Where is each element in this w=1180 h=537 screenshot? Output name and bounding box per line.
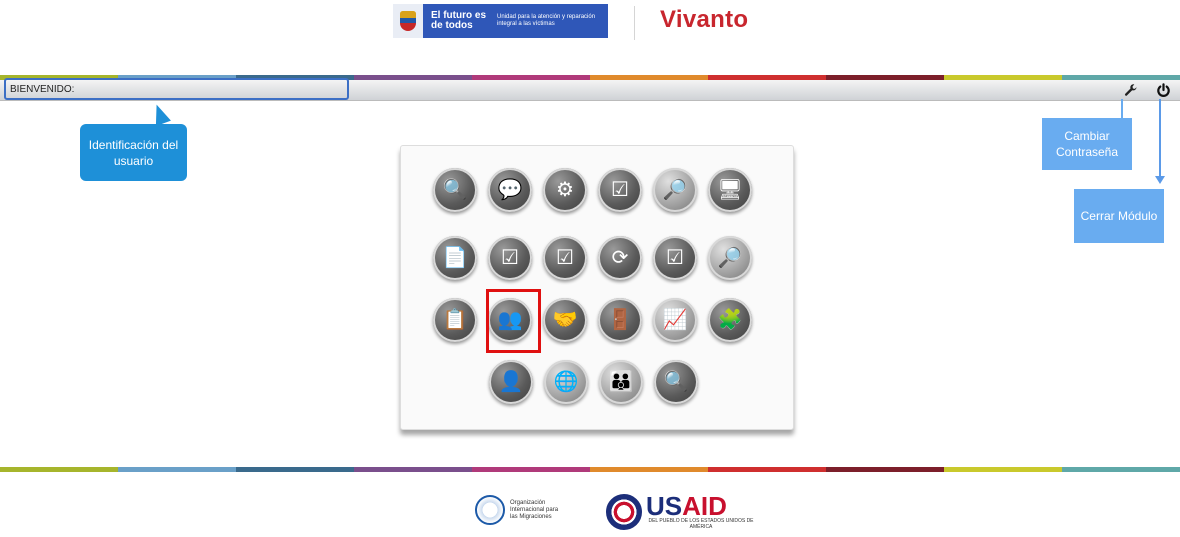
puzzle-icon: 🧩	[717, 309, 743, 331]
gov-agency-name: Unidad para la atención y reparación int…	[497, 14, 596, 27]
stripe-segment	[826, 467, 944, 472]
module-button[interactable]: 🧩	[708, 298, 752, 342]
gov-slogan: El futuro es de todos	[431, 10, 487, 31]
logo-divider	[634, 6, 635, 40]
user-id-highlight	[4, 78, 349, 100]
refresh-icon: ⟳	[611, 247, 629, 269]
coat-of-arms-icon	[393, 4, 423, 38]
module-button[interactable]: ☑	[653, 236, 697, 280]
module-button[interactable]: 👪	[599, 360, 643, 404]
module-button[interactable]: 👤	[489, 360, 533, 404]
usaid-wordmark: USAID	[646, 491, 756, 521]
callout-close-module: Cerrar Módulo	[1074, 189, 1164, 243]
module-button[interactable]: ⟳	[598, 236, 642, 280]
module-button[interactable]: ⚙	[543, 168, 587, 212]
globe-icon	[475, 495, 505, 525]
callout-connector	[1159, 99, 1161, 179]
checklist-icon: ☑	[501, 247, 519, 269]
callout-user-id: Identificación del usuario	[80, 124, 187, 181]
oim-text: Organización Internacional para las Migr…	[510, 499, 559, 520]
growth-chart-icon: 📈	[662, 309, 688, 331]
wrench-icon	[1124, 84, 1137, 96]
document-icon: 📄	[442, 247, 468, 269]
module-button[interactable]: 📋	[433, 298, 477, 342]
header-logos: El futuro es de todos Unidad para la ate…	[0, 0, 1180, 48]
brand-logo: Vivanto	[660, 6, 749, 33]
stripe-segment	[0, 467, 118, 472]
module-button[interactable]: 🔍	[433, 168, 477, 212]
stripe-segment	[708, 467, 826, 472]
module-button[interactable]: 🔍	[654, 360, 698, 404]
chat-icon: 💬	[497, 179, 523, 201]
module-button[interactable]: 🚪	[598, 298, 642, 342]
checklist-icon: ☑	[611, 179, 629, 201]
module-button[interactable]: 💬	[488, 168, 532, 212]
usaid-logo: USAID DEL PUEBLO DE LOS ESTADOS UNIDOS D…	[606, 491, 756, 530]
user-sync-icon: 👤	[498, 371, 524, 393]
module-button[interactable]: ☑	[543, 236, 587, 280]
oim-logo: Organización Internacional para las Migr…	[475, 495, 560, 525]
usaid-aid: AID	[682, 491, 727, 521]
usaid-tagline: DEL PUEBLO DE LOS ESTADOS UNIDOS DE AMÉR…	[648, 518, 754, 530]
selected-module-highlight	[486, 289, 541, 353]
search-group-icon: 🔎	[717, 247, 743, 269]
search-user-icon: 🔍	[442, 179, 468, 201]
usaid-seal-icon	[606, 494, 642, 530]
handshake-icon: 🤝	[552, 309, 578, 331]
search-group-icon: 🔎	[662, 179, 688, 201]
checklist-icon: ☑	[556, 247, 574, 269]
callout-arrow-icon	[1155, 176, 1165, 184]
globe-network-icon: 🌐	[553, 371, 579, 393]
stripe-segment	[590, 467, 708, 472]
module-button[interactable]: ☑	[488, 236, 532, 280]
stripe-segment	[1062, 467, 1180, 472]
stripe-segment	[236, 467, 354, 472]
module-button[interactable]: 📈	[653, 298, 697, 342]
module-button[interactable]: 📄	[433, 236, 477, 280]
computer-icon: 🖥	[717, 179, 743, 201]
power-icon	[1156, 82, 1170, 97]
module-button[interactable]: 🤝	[543, 298, 587, 342]
module-button[interactable]: ☑	[598, 168, 642, 212]
door-exit-icon: 🚪	[607, 309, 633, 331]
module-button[interactable]: 🌐	[544, 360, 588, 404]
document-list-icon: 📋	[442, 309, 468, 331]
stripe-segment	[472, 467, 590, 472]
close-module-button[interactable]	[1154, 81, 1172, 99]
callout-pointer	[149, 101, 171, 127]
stripe-segment	[944, 467, 1062, 472]
module-button[interactable]: 🖥	[708, 168, 752, 212]
callout-pointer	[1121, 99, 1123, 118]
module-button[interactable]: 🔎	[708, 236, 752, 280]
change-password-button[interactable]	[1122, 81, 1140, 99]
callout-change-password: Cambiar Contraseña	[1042, 118, 1132, 170]
module-button[interactable]: 🔎	[653, 168, 697, 212]
usaid-us: US	[646, 491, 683, 521]
checklist-icon: ☑	[666, 247, 684, 269]
community-icon: 👪	[608, 371, 634, 393]
color-stripe-bottom	[0, 467, 1180, 472]
user-settings-icon: ⚙	[556, 179, 574, 201]
stripe-segment	[354, 467, 472, 472]
government-logo: El futuro es de todos Unidad para la ate…	[393, 4, 608, 38]
search-chart-icon: 🔍	[663, 371, 689, 393]
stripe-segment	[118, 467, 236, 472]
